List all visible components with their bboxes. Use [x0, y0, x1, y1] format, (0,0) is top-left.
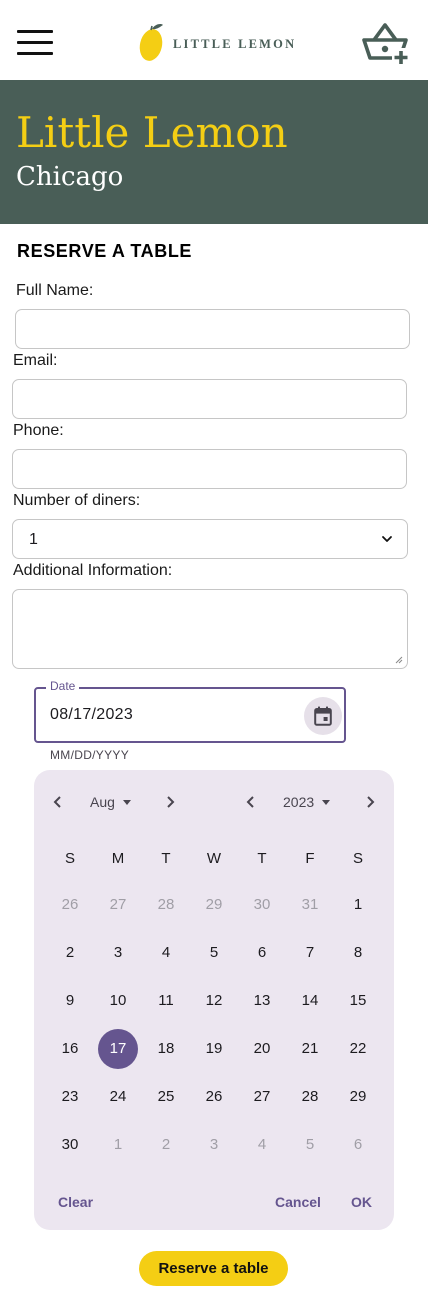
calendar-day[interactable]: 28 [290, 1077, 330, 1117]
form-heading: RESERVE A TABLE [17, 241, 193, 261]
date-input[interactable]: 08/17/2023 [34, 687, 346, 743]
full-name-input[interactable] [15, 309, 410, 349]
calendar-day[interactable]: 24 [98, 1077, 138, 1117]
diners-select[interactable]: 1 [12, 519, 408, 559]
calendar-day[interactable]: 4 [146, 933, 186, 973]
calendar-day[interactable]: 11 [146, 981, 186, 1021]
calendar-day[interactable]: 3 [194, 1125, 234, 1165]
lemon-icon [139, 24, 163, 61]
calendar-day[interactable]: 30 [242, 885, 282, 925]
diners-value: 1 [29, 531, 38, 548]
caret-down-icon [122, 800, 131, 805]
caret-down-icon [322, 800, 331, 805]
hero-subtitle: Chicago [16, 162, 124, 192]
calendar-day[interactable]: 4 [242, 1125, 282, 1165]
calendar-day[interactable]: 3 [98, 933, 138, 973]
ok-button[interactable]: OK [351, 1194, 372, 1210]
weekday-label: F [305, 850, 315, 867]
top-nav: LITTLE LEMON [0, 0, 428, 80]
month-label: Aug [90, 794, 115, 810]
calendar-day[interactable]: 26 [50, 885, 90, 925]
email-label: Email: [13, 352, 58, 369]
date-value: 08/17/2023 [50, 706, 134, 723]
calendar-day[interactable]: 29 [338, 1077, 378, 1117]
calendar-day[interactable]: 22 [338, 1029, 378, 1069]
weekday-label: W [206, 850, 222, 867]
calendar-day[interactable]: 26 [194, 1077, 234, 1117]
calendar-day[interactable]: 12 [194, 981, 234, 1021]
chevron-left-icon [246, 796, 254, 808]
calendar-day[interactable]: 8 [338, 933, 378, 973]
weekday-label: T [257, 850, 267, 867]
date-helper-text: MM/DD/YYYY [50, 748, 130, 762]
calendar-day[interactable]: 5 [194, 933, 234, 973]
calendar-day[interactable]: 29 [194, 885, 234, 925]
calendar-day[interactable]: 15 [338, 981, 378, 1021]
calendar-day[interactable]: 27 [242, 1077, 282, 1117]
reserve-table-button[interactable]: Reserve a table [139, 1251, 288, 1286]
weekday-label: T [161, 850, 171, 867]
phone-label: Phone: [13, 422, 64, 439]
additional-info-label: Additional Information: [13, 562, 173, 579]
calendar-day[interactable]: 25 [146, 1077, 186, 1117]
calendar-icon [314, 706, 332, 726]
calendar-day[interactable]: 30 [50, 1125, 90, 1165]
date-label: Date [46, 679, 80, 693]
clear-button[interactable]: Clear [58, 1194, 93, 1210]
month-selector[interactable]: Aug [90, 794, 131, 810]
calendar-day[interactable]: 20 [242, 1029, 282, 1069]
calendar-day[interactable]: 16 [50, 1029, 90, 1069]
chevron-right-icon [167, 796, 175, 808]
hamburger-menu-icon[interactable] [17, 28, 54, 58]
calendar-day[interactable]: 1 [98, 1125, 138, 1165]
calendar-day[interactable]: 18 [146, 1029, 186, 1069]
basket-add-icon[interactable] [360, 20, 412, 66]
next-year-button[interactable] [358, 790, 382, 814]
calendar-day[interactable]: 5 [290, 1125, 330, 1165]
calendar-day[interactable]: 27 [98, 885, 138, 925]
date-picker: Aug 2023 SMTWTFS 26 27 28 29 30 31 1 2 3 4 5 6 7 8 9 10… [34, 770, 394, 1230]
email-input[interactable] [12, 379, 407, 419]
calendar-day[interactable]: 28 [146, 885, 186, 925]
chevron-down-icon [382, 536, 392, 542]
year-label: 2023 [283, 794, 315, 810]
calendar-icon-button[interactable] [304, 697, 342, 735]
calendar-day[interactable]: 6 [338, 1125, 378, 1165]
full-name-label: Full Name: [16, 282, 94, 299]
hero-banner: Little Lemon Chicago [0, 80, 428, 224]
calendar-day[interactable]: 21 [290, 1029, 330, 1069]
selected-day[interactable]: 17 [98, 1029, 138, 1069]
hero-title: Little Lemon [16, 108, 288, 157]
chevron-right-icon [367, 796, 375, 808]
calendar-day[interactable]: 2 [146, 1125, 186, 1165]
calendar-day[interactable]: 19 [194, 1029, 234, 1069]
weekday-label: S [64, 850, 75, 867]
calendar-day[interactable]: 1 [338, 885, 378, 925]
diners-label: Number of diners: [13, 492, 141, 509]
calendar-day[interactable]: 14 [290, 981, 330, 1021]
calendar-day[interactable]: 13 [242, 981, 282, 1021]
phone-input[interactable] [12, 449, 407, 489]
calendar-day[interactable]: 2 [50, 933, 90, 973]
next-month-button[interactable] [158, 790, 182, 814]
resize-grip-icon[interactable] [395, 656, 403, 664]
calendar-day[interactable]: 31 [290, 885, 330, 925]
cancel-button[interactable]: Cancel [275, 1194, 321, 1210]
weekday-label: M [111, 850, 125, 867]
calendar-day[interactable]: 9 [50, 981, 90, 1021]
logo[interactable]: LITTLE LEMON [138, 22, 298, 64]
prev-year-button[interactable] [239, 790, 263, 814]
calendar-day[interactable]: 6 [242, 933, 282, 973]
weekday-label: S [352, 850, 363, 867]
additional-info-textarea[interactable] [12, 589, 408, 669]
calendar-day[interactable]: 7 [290, 933, 330, 973]
prev-month-button[interactable] [46, 790, 70, 814]
chevron-left-icon [53, 796, 61, 808]
calendar-day[interactable]: 23 [50, 1077, 90, 1117]
calendar-day[interactable]: 10 [98, 981, 138, 1021]
logo-text: LITTLE LEMON [173, 37, 297, 51]
year-selector[interactable]: 2023 [283, 794, 331, 810]
